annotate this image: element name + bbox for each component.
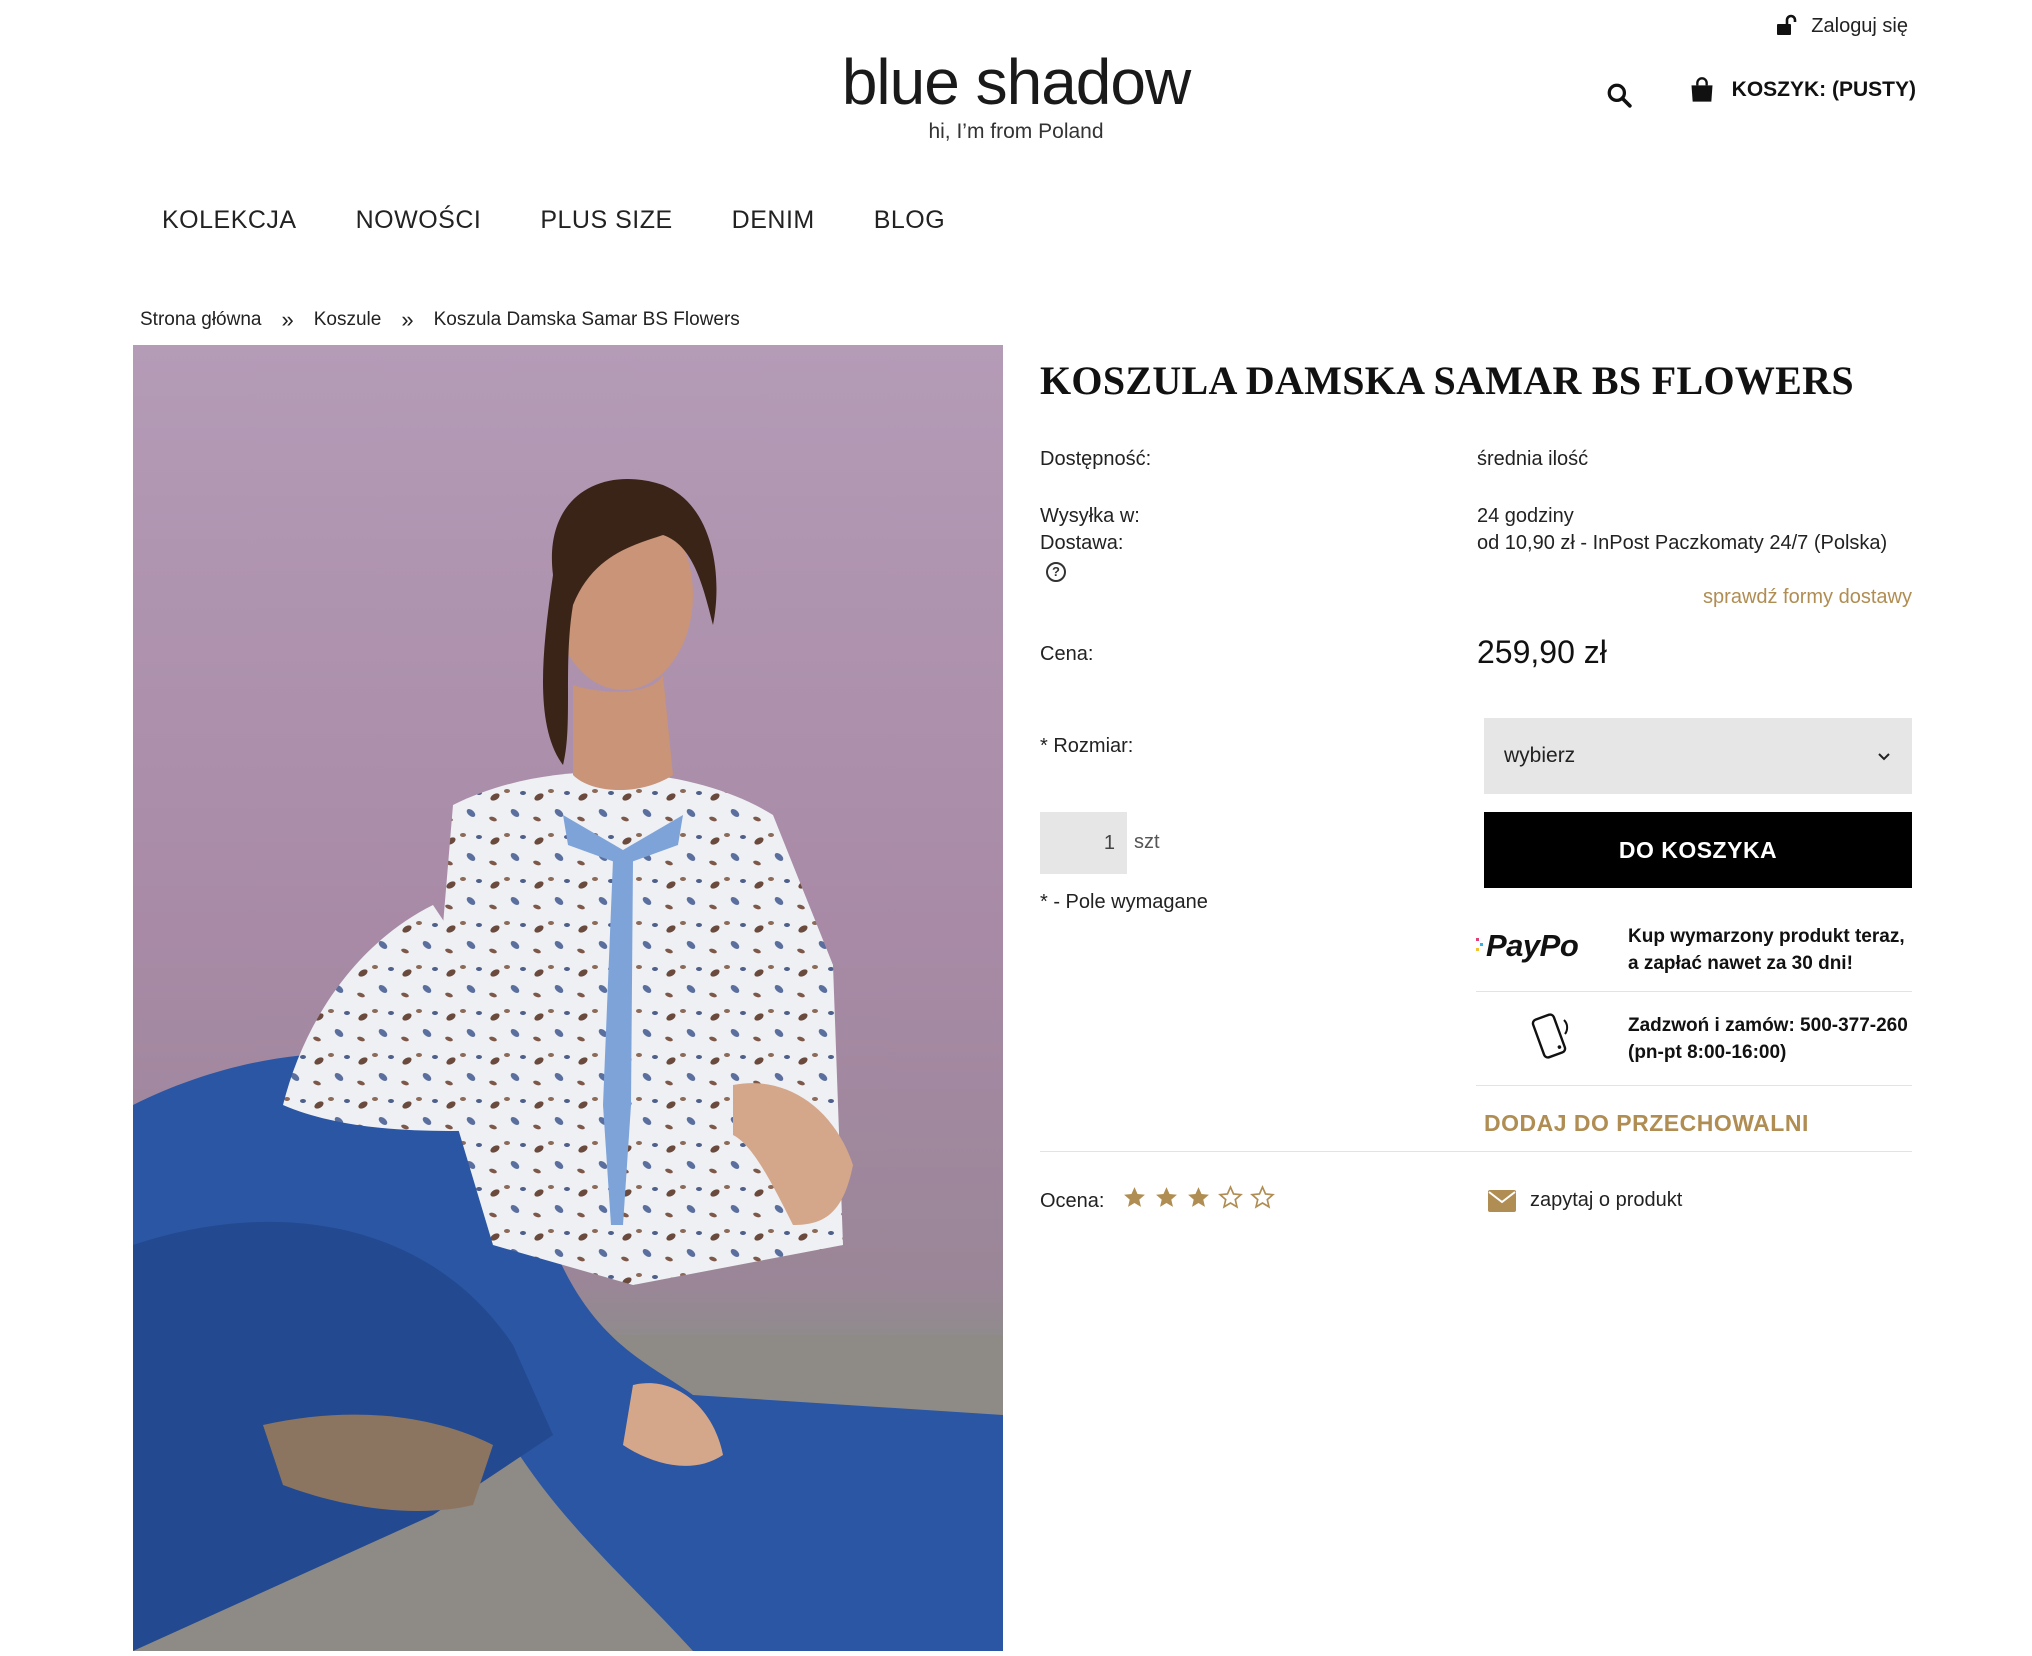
cart-label: KOSZYK: (PUSTY) xyxy=(1731,78,1916,101)
star-filled-icon[interactable] xyxy=(1122,1185,1147,1210)
delivery-label: Dostawa: xyxy=(1040,532,1124,554)
ask-about-product-link[interactable]: zapytaj o produkt xyxy=(1488,1189,1682,1212)
breadcrumb-separator: » xyxy=(281,307,294,332)
availability-value: średnia ilość xyxy=(1477,448,1589,470)
logo-text: blue shadow xyxy=(841,46,1191,118)
add-to-cart-button[interactable]: DO KOSZYKA xyxy=(1484,812,1912,888)
chevron-down-icon xyxy=(1878,753,1890,761)
shipping-value: 24 godziny xyxy=(1477,505,1574,527)
site-logo[interactable]: blue shadow hi, I’m from Poland xyxy=(816,50,1216,144)
shopping-bag-icon xyxy=(1691,77,1713,102)
breadcrumb-separator: » xyxy=(401,307,414,332)
delivery-options-link[interactable]: sprawdź formy dostawy xyxy=(1703,586,1912,609)
price-label: Cena: xyxy=(1040,643,1094,665)
phone-text-line-1: Zadzwoń i zamów: 500-377-260 xyxy=(1628,1015,1908,1036)
login-link[interactable]: Zaloguj się xyxy=(1775,14,1908,38)
quantity-unit: szt xyxy=(1134,831,1160,853)
rating-label: Ocena: xyxy=(1040,1190,1105,1212)
breadcrumb: Strona główna » Koszule » Koszula Damska… xyxy=(140,307,740,333)
product-details: KOSZULA DAMSKA SAMAR BS FLOWERS Dostępno… xyxy=(1040,345,1912,1212)
product-photo[interactable] xyxy=(133,345,1003,1651)
breadcrumb-home[interactable]: Strona główna xyxy=(140,309,261,331)
logo-tagline: hi, I’m from Poland xyxy=(928,120,1104,143)
shipping-label: Wysyłka w: xyxy=(1040,505,1140,527)
paypo-text-line-1: Kup wymarzony produkt teraz, xyxy=(1628,926,1905,947)
phone-order-banner: Zadzwoń i zamów: 500-377-260 (pn-pt 8:00… xyxy=(1476,992,1912,1086)
add-to-wishlist-button[interactable]: DODAJ DO PRZECHOWALNI xyxy=(1484,1110,1809,1137)
paypo-logo: PayPo xyxy=(1486,928,1579,963)
envelope-icon xyxy=(1488,1189,1516,1212)
price-value: 259,90 zł xyxy=(1477,634,1607,670)
paypo-dots-icon xyxy=(1476,938,1483,951)
star-filled-icon[interactable] xyxy=(1186,1185,1211,1210)
rating-stars[interactable] xyxy=(1122,1185,1275,1210)
product-title: KOSZULA DAMSKA SAMAR BS FLOWERS xyxy=(1040,358,1854,403)
star-filled-icon[interactable] xyxy=(1154,1185,1179,1210)
paypo-text-line-2: a zapłać nawet za 30 dni! xyxy=(1628,953,1853,974)
size-label: * Rozmiar: xyxy=(1040,735,1134,757)
search-icon xyxy=(1607,83,1632,108)
size-select[interactable]: wybierz xyxy=(1484,718,1912,794)
nav-item-plus-size[interactable]: PLUS SIZE xyxy=(540,206,672,235)
phone-text: Zadzwoń i zamów: 500-377-260 (pn-pt 8:00… xyxy=(1628,1012,1908,1066)
nav-item-blog[interactable]: BLOG xyxy=(874,206,945,235)
smartphone-icon xyxy=(1531,1013,1569,1059)
unlock-icon xyxy=(1777,14,1797,35)
product-photo-illustration xyxy=(133,479,1003,1651)
search-button[interactable] xyxy=(1604,80,1634,110)
nav-item-nowosci[interactable]: NOWOŚCI xyxy=(356,206,482,235)
required-note: * - Pole wymagane xyxy=(1040,891,1208,913)
paypo-banner[interactable]: PayPo Kup wymarzony produkt teraz, a zap… xyxy=(1476,908,1912,992)
availability-label: Dostępność: xyxy=(1040,448,1152,470)
phone-text-line-2: (pn-pt 8:00-16:00) xyxy=(1628,1042,1787,1063)
breadcrumb-current: Koszula Damska Samar BS Flowers xyxy=(433,309,740,330)
main-nav: KOLEKCJA NOWOŚCI PLUS SIZE DENIM BLOG xyxy=(162,206,945,235)
question-circle-icon[interactable]: ? xyxy=(1046,562,1066,582)
paypo-text: Kup wymarzony produkt teraz, a zapłać na… xyxy=(1628,923,1912,977)
breadcrumb-category[interactable]: Koszule xyxy=(314,309,382,331)
login-label: Zaloguj się xyxy=(1811,14,1908,37)
star-empty-icon[interactable] xyxy=(1250,1185,1275,1210)
nav-item-kolekcja[interactable]: KOLEKCJA xyxy=(162,206,297,235)
delivery-value: od 10,90 zł - InPost Paczkomaty 24/7 (Po… xyxy=(1477,532,1888,554)
cart-link[interactable]: KOSZYK: (PUSTY) xyxy=(1688,76,1916,104)
star-empty-icon[interactable] xyxy=(1218,1185,1243,1210)
ask-label: zapytaj o produkt xyxy=(1530,1189,1683,1211)
quantity-input[interactable]: 1 xyxy=(1040,812,1127,874)
size-select-value: wybierz xyxy=(1504,744,1576,767)
nav-item-denim[interactable]: DENIM xyxy=(732,206,815,235)
divider xyxy=(1040,1151,1912,1152)
